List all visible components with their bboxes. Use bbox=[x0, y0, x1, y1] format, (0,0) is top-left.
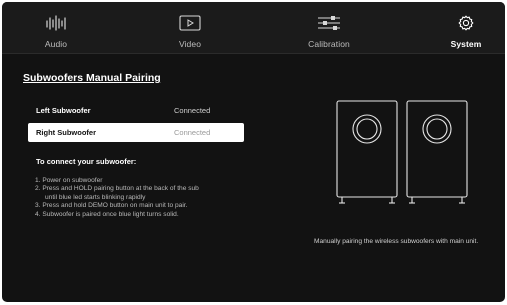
page-title: Subwoofers Manual Pairing bbox=[23, 72, 161, 84]
gear-icon bbox=[458, 12, 474, 34]
instruction-step-continuation: until blue led starts blinking rapidly bbox=[45, 193, 146, 201]
tab-calibration-label: Calibration bbox=[308, 39, 350, 49]
subwoofer-status: Connected bbox=[174, 128, 211, 137]
tab-audio-label: Audio bbox=[44, 39, 68, 49]
subwoofer-name: Right Subwoofer bbox=[36, 128, 96, 137]
instructions-list: 1. Power on subwoofer 2. Press and HOLD … bbox=[35, 177, 255, 219]
instruction-step: 3. Press and hold DEMO button on main un… bbox=[35, 202, 188, 210]
subwoofer-name: Left Subwoofer bbox=[36, 106, 91, 115]
app-window: Audio Video Calibration System Subwoofer… bbox=[2, 2, 505, 302]
instructions-heading: To connect your subwoofer: bbox=[36, 157, 137, 166]
illustration-caption: Manually pairing the wireless subwoofers… bbox=[314, 238, 479, 245]
instruction-step: 2. Press and HOLD pairing button at the … bbox=[35, 185, 199, 193]
instruction-step: 1. Power on subwoofer bbox=[35, 177, 103, 184]
play-icon bbox=[179, 12, 201, 34]
subwoofer-row-left[interactable]: Left Subwoofer Connected bbox=[28, 101, 244, 120]
subwoofers-illustration bbox=[334, 99, 472, 212]
sliders-icon bbox=[317, 12, 341, 34]
tab-audio[interactable]: Audio bbox=[6, 2, 106, 54]
tab-system[interactable]: System bbox=[416, 2, 505, 54]
tab-video[interactable]: Video bbox=[140, 2, 240, 54]
subwoofer-status: Connected bbox=[174, 106, 211, 115]
tab-video-label: Video bbox=[178, 39, 202, 49]
equalizer-icon bbox=[45, 12, 67, 34]
top-navigation: Audio Video Calibration System bbox=[2, 2, 505, 54]
tab-system-label: System bbox=[450, 39, 482, 49]
subwoofer-row-right[interactable]: Right Subwoofer Connected bbox=[28, 123, 244, 142]
instruction-step: 4. Subwoofer is paired once blue light t… bbox=[35, 210, 179, 218]
tab-calibration[interactable]: Calibration bbox=[279, 2, 379, 54]
